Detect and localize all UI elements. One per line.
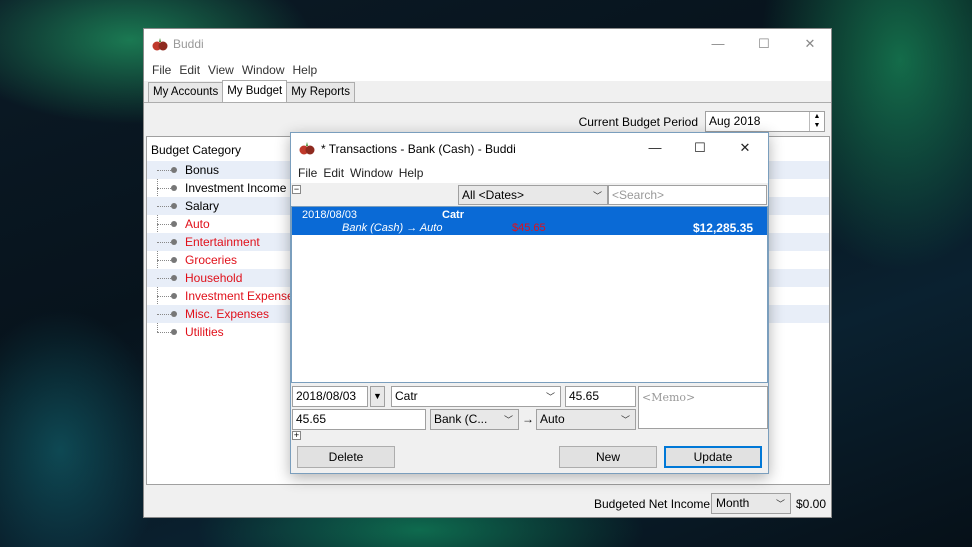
chevron-down-icon: ﹀ — [775, 499, 785, 509]
bullet-icon — [171, 257, 177, 263]
budget-period-spinner[interactable]: Aug 2018 ▲ ▼ — [705, 111, 825, 132]
bullet-icon — [171, 203, 177, 209]
main-window-title: Buddi — [173, 37, 204, 51]
tx-titlebar[interactable]: * Transactions - Bank (Cash) - Buddi — ☐… — [291, 133, 768, 163]
tx-menubar: File Edit Window Help — [291, 163, 768, 183]
transaction-row[interactable]: 2018/08/03 Catr Bank (Cash) → Auto $45.6… — [292, 207, 767, 235]
chevron-down-icon: ﹀ — [620, 415, 630, 425]
tab-my-accounts[interactable]: My Accounts — [148, 82, 224, 102]
bullet-icon — [171, 329, 177, 335]
transaction-list: 2018/08/03 Catr Bank (Cash) → Auto $45.6… — [291, 206, 768, 383]
budgeted-net-income-label: Budgeted Net Income / — [594, 497, 717, 511]
tx-accounts: Bank (Cash) → Auto — [342, 222, 443, 234]
bullet-icon — [171, 221, 177, 227]
main-titlebar[interactable]: Buddi — ☐ ✕ — [144, 29, 831, 59]
tx-description: Catr — [442, 209, 465, 221]
minimize-button[interactable]: — — [695, 29, 741, 59]
from-account-select[interactable]: Bank (C... ﹀ — [430, 409, 519, 430]
update-button[interactable]: Update — [664, 446, 762, 468]
menu-file[interactable]: File — [148, 63, 175, 77]
chevron-down-icon: ﹀ — [592, 191, 602, 201]
maximize-button[interactable]: ☐ — [677, 133, 723, 163]
budget-category-header: Budget Category — [151, 143, 242, 157]
expand-icon[interactable]: + — [292, 431, 301, 440]
amount-field[interactable]: 45.65 — [292, 409, 426, 430]
menu-edit[interactable]: Edit — [320, 166, 347, 180]
dates-filter-select[interactable]: All <Dates> ﹀ — [458, 185, 608, 205]
to-account-select[interactable]: Auto ﹀ — [536, 409, 636, 430]
minimize-button[interactable]: — — [632, 133, 678, 163]
menu-help[interactable]: Help — [289, 63, 322, 77]
delete-button[interactable]: Delete — [297, 446, 395, 468]
buddi-logo-icon — [152, 38, 168, 51]
menu-view[interactable]: View — [204, 63, 238, 77]
tx-date: 2018/08/03 — [302, 209, 358, 221]
date-picker-icon[interactable]: ▼ — [370, 386, 385, 407]
transactions-window: * Transactions - Bank (Cash) - Buddi — ☐… — [290, 132, 769, 474]
close-button[interactable]: ✕ — [722, 133, 768, 163]
budget-period-value: Aug 2018 — [709, 114, 761, 128]
bullet-icon — [171, 167, 177, 173]
memo-field[interactable]: <Memo> — [638, 386, 768, 429]
main-menubar: File Edit View Window Help — [144, 59, 831, 81]
transfer-arrow-icon: → — [522, 412, 534, 426]
menu-help[interactable]: Help — [396, 166, 427, 180]
tx-filter-bar: − All <Dates> ﹀ <Search> — [291, 184, 768, 206]
budget-bottom-bar: Budgeted Net Income / Month ﹀ $0.00 — [144, 489, 831, 519]
menu-window[interactable]: Window — [347, 166, 396, 180]
buddi-logo-icon — [299, 142, 315, 155]
description-combo[interactable]: Catr ﹀ — [391, 386, 561, 407]
tx-window-title: * Transactions - Bank (Cash) - Buddi — [321, 142, 516, 156]
main-tabs: My Accounts My Budget My Reports — [148, 80, 355, 103]
menu-file[interactable]: File — [295, 166, 320, 180]
tab-my-budget[interactable]: My Budget — [222, 80, 288, 102]
search-input[interactable]: <Search> — [608, 185, 767, 205]
new-button[interactable]: New — [559, 446, 657, 468]
bullet-icon — [171, 239, 177, 245]
menu-edit[interactable]: Edit — [175, 63, 204, 77]
close-button[interactable]: ✕ — [787, 29, 833, 59]
bullet-icon — [171, 293, 177, 299]
bullet-icon — [171, 275, 177, 281]
chevron-down-icon: ﹀ — [503, 415, 513, 425]
transaction-editor: 2018/08/03 ▼ Catr ﹀ 45.65 <Memo> 45.65 B… — [291, 384, 768, 474]
bullet-icon — [171, 311, 177, 317]
bullet-icon — [171, 185, 177, 191]
spinner-arrows-icon[interactable]: ▲ ▼ — [809, 112, 824, 131]
amount-top-field[interactable]: 45.65 — [565, 386, 636, 407]
tx-balance: $12,285.35 — [692, 221, 753, 235]
maximize-button[interactable]: ☐ — [741, 29, 787, 59]
budgeted-net-income-amount: $0.00 — [796, 497, 827, 511]
tx-amount: $45.65 — [512, 222, 546, 234]
period-type-select[interactable]: Month ﹀ — [711, 493, 791, 514]
collapse-icon[interactable]: − — [292, 185, 301, 194]
budget-period-label: Current Budget Period — [578, 115, 698, 129]
date-field[interactable]: 2018/08/03 — [292, 386, 368, 407]
chevron-down-icon: ﹀ — [545, 392, 555, 402]
tab-my-reports[interactable]: My Reports — [286, 82, 355, 102]
menu-window[interactable]: Window — [238, 63, 289, 77]
